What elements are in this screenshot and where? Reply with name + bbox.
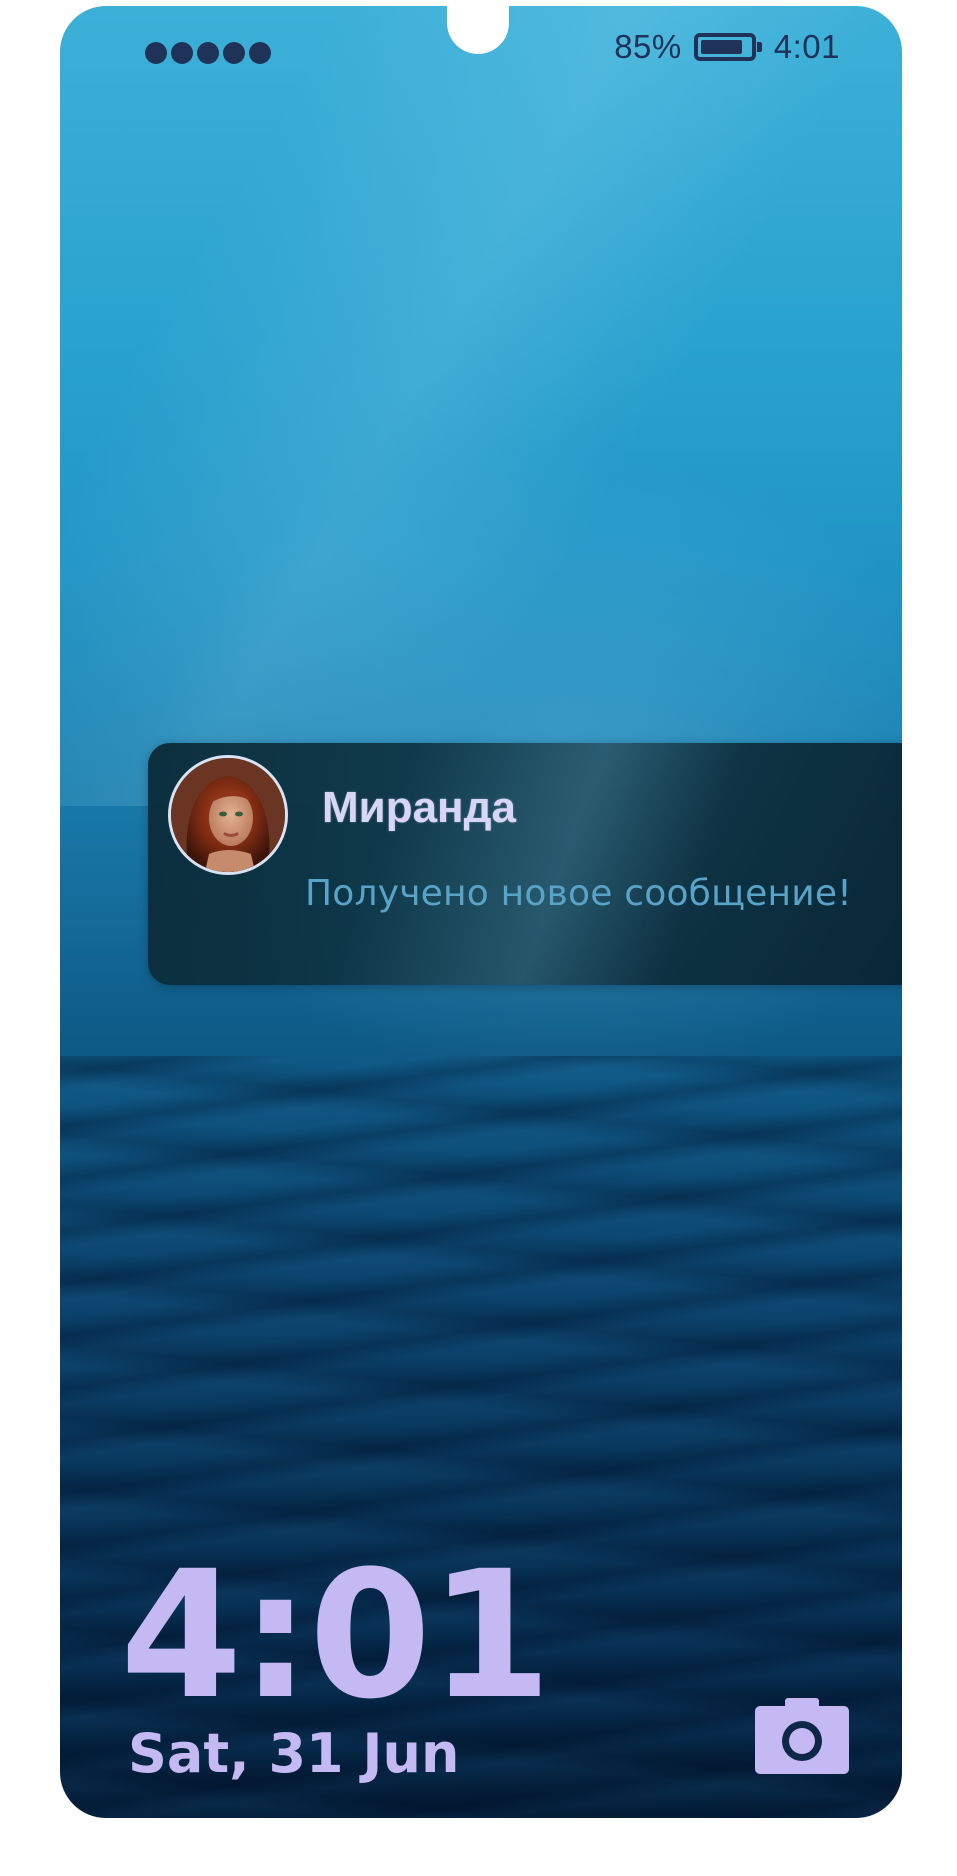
battery-percent: 85%: [614, 28, 682, 65]
signal-dot: [171, 42, 193, 64]
status-time: 4:01: [773, 28, 840, 65]
avatar-portrait-icon: [171, 758, 285, 872]
camera-shortcut-button[interactable]: [753, 1696, 851, 1776]
lock-screen-clock: 4:01: [120, 1533, 552, 1738]
camera-icon: [755, 1698, 849, 1774]
page: 85% 4:01 Миранда Получено новое сообщени…: [0, 0, 957, 1876]
notification-sender: Миранда: [322, 783, 517, 832]
signal-dot: [249, 42, 271, 64]
battery-icon: [693, 33, 762, 61]
status-bar-right: 85% 4:01: [614, 28, 840, 66]
signal-dot: [197, 42, 219, 64]
notification-card[interactable]: Миранда Получено новое сообщение!: [148, 743, 902, 985]
battery-fill: [700, 40, 742, 54]
signal-dot: [223, 42, 245, 64]
avatar: [168, 755, 288, 875]
lock-screen: 85% 4:01 Миранда Получено новое сообщени…: [60, 6, 902, 1818]
signal-dot: [145, 42, 167, 64]
display-notch: [447, 6, 509, 54]
notification-message: Получено новое сообщение!: [305, 873, 852, 914]
signal-strength-icon: [145, 42, 271, 64]
lock-screen-date: Sat, 31 Jun: [128, 1722, 460, 1785]
